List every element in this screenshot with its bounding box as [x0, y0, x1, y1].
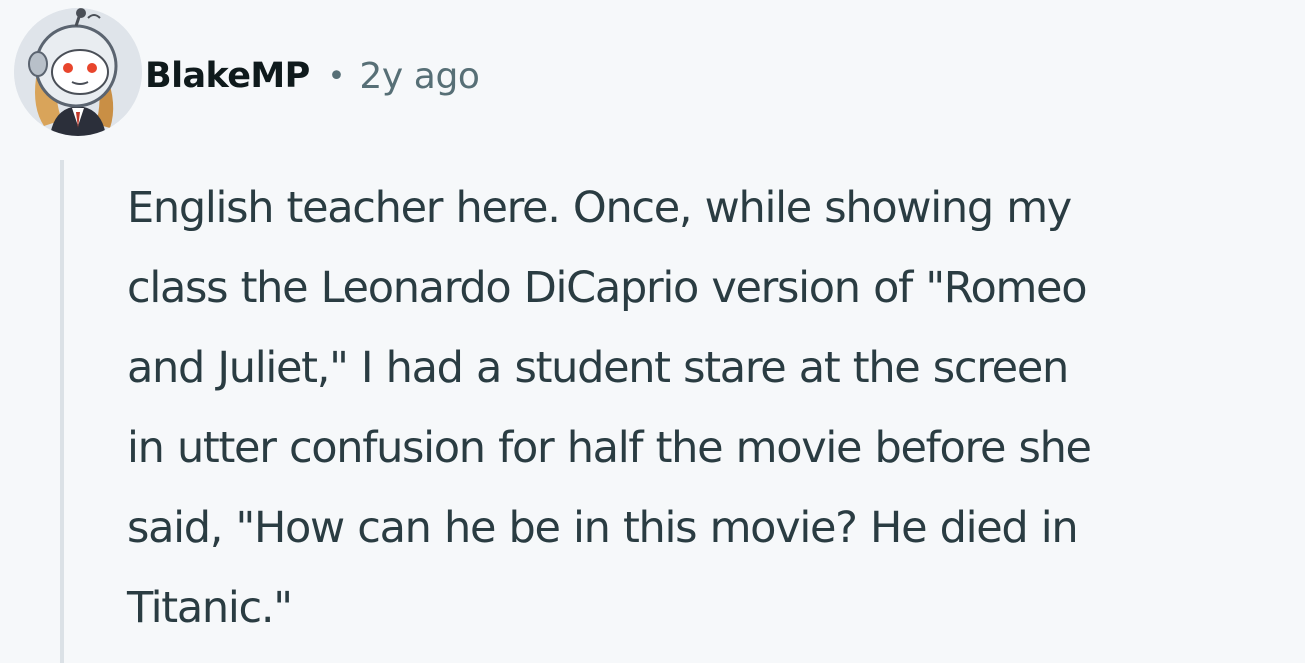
snoo-astronaut-avatar-icon — [14, 8, 142, 136]
comment: BlakeMP • 2y ago English teacher here. O… — [0, 0, 1305, 663]
comment-body-line: in utter confusion for half the movie be… — [127, 423, 1092, 473]
comment-body-line: and Juliet," I had a student stare at th… — [127, 343, 1069, 393]
comment-age[interactable]: 2y ago — [359, 56, 480, 97]
comment-body: English teacher here. Once, while showin… — [127, 168, 1302, 648]
comment-meta: BlakeMP • 2y ago — [145, 48, 480, 104]
comment-body-line: said, "How can he be in this movie? He d… — [127, 503, 1079, 553]
comment-body-line: English teacher here. Once, while showin… — [127, 183, 1072, 233]
meta-separator: • — [327, 58, 346, 94]
author-name[interactable]: BlakeMP — [145, 56, 310, 96]
comment-body-line: class the Leonardo DiCaprio version of "… — [127, 263, 1088, 313]
thread-line[interactable] — [60, 160, 64, 663]
avatar[interactable] — [14, 8, 142, 136]
comment-body-line: Titanic." — [127, 583, 293, 633]
